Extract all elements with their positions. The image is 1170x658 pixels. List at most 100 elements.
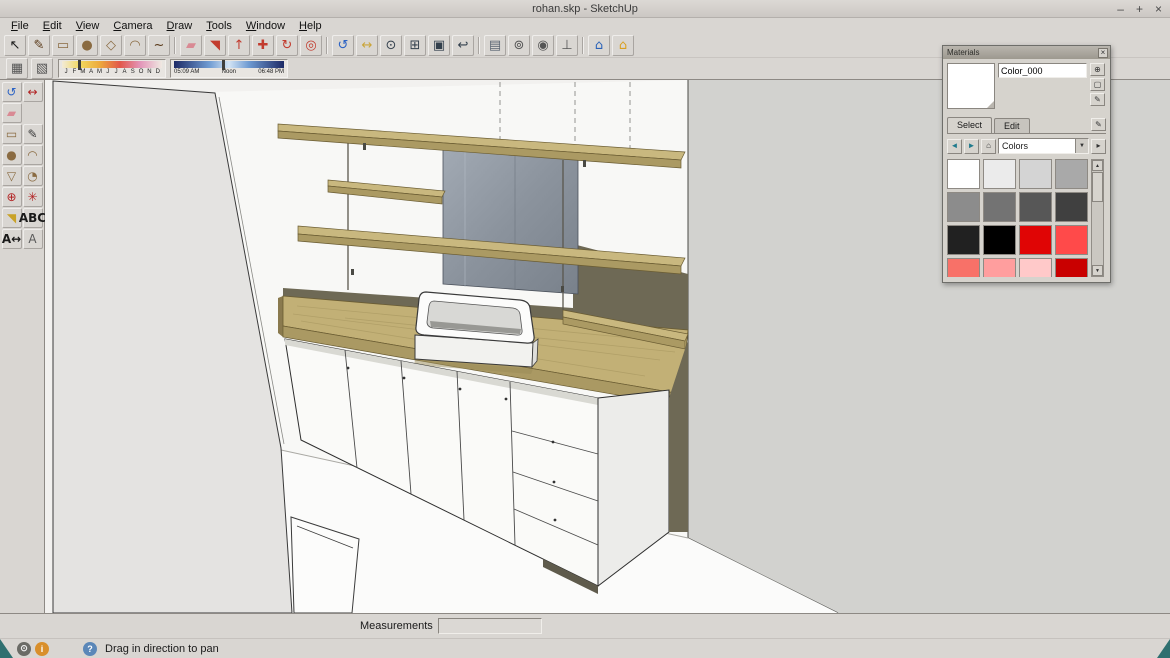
color-swatch-0[interactable] [947,159,980,189]
look-around-tool[interactable]: ◉ [532,35,554,56]
pushpull-tool[interactable]: ↑ [228,35,250,56]
polygon-tool[interactable]: ◇ [100,35,122,56]
month-slider-thumb[interactable] [78,60,81,70]
section-plane-tool[interactable]: ▤ [484,35,506,56]
collection-dropdown[interactable]: Colors ▼ [998,138,1089,154]
pan-tool[interactable]: ↔ [356,35,378,56]
zoom-tool[interactable]: ⊙ [380,35,402,56]
pan-tool[interactable]: ↔ [23,82,43,102]
titlebar[interactable]: rohan.skp - SketchUp –+× [0,0,1170,18]
axes-tool[interactable]: ✳ [23,187,43,207]
credits-icon[interactable]: i [35,642,49,656]
close-button[interactable]: × [1155,3,1162,15]
color-swatch-10[interactable] [1019,225,1052,255]
eraser-tool[interactable]: ▰ [180,35,202,56]
resize-grip-left[interactable] [0,639,13,658]
color-swatch-3[interactable] [1055,159,1088,189]
rotate-tool[interactable]: ↻ [276,35,298,56]
time-slider-track[interactable] [174,61,284,68]
menu-help[interactable]: Help [292,20,329,32]
color-swatch-6[interactable] [1019,192,1052,222]
details-button[interactable]: ▸ [1091,139,1106,154]
color-swatch-14[interactable] [1019,258,1052,277]
share-model-button[interactable]: ⌂ [612,35,634,56]
orbit-tool[interactable]: ↺ [2,82,22,102]
help-icon[interactable]: ? [83,642,97,656]
line-tool[interactable]: ✎ [23,124,43,144]
scroll-thumb[interactable] [1092,172,1103,202]
menu-view[interactable]: View [69,20,107,32]
walk-tool[interactable]: ⊥ [556,35,578,56]
home-button[interactable]: ⌂ [981,139,996,154]
shadow-toggle-button[interactable]: ▧ [31,58,53,79]
zoom-window-tool[interactable]: ⊞ [404,35,426,56]
tab-select[interactable]: Select [947,117,992,133]
color-swatch-9[interactable] [983,225,1016,255]
menu-draw[interactable]: Draw [160,20,200,32]
circle-tool[interactable]: ● [76,35,98,56]
minimize-button[interactable]: – [1117,3,1124,15]
protractor-tool[interactable]: ◔ [23,166,43,186]
color-swatch-1[interactable] [983,159,1016,189]
forward-button[interactable]: ► [964,139,979,154]
color-swatch-4[interactable] [947,192,980,222]
tab-edit[interactable]: Edit [994,118,1030,133]
materials-panel[interactable]: Materials × ⊕ ▢ ✎ SelectEdit ✎ ◄ [942,45,1111,283]
circle-tool[interactable]: ● [2,145,22,165]
resize-grip-right[interactable] [1157,639,1170,658]
color-swatch-13[interactable] [983,258,1016,277]
3d-text-tool[interactable]: A [23,229,43,249]
back-button[interactable]: ◄ [947,139,962,154]
arc-tool[interactable]: ◠ [124,35,146,56]
polygon-tool[interactable]: ▽ [2,166,22,186]
time-slider-thumb[interactable] [222,60,225,70]
menu-edit[interactable]: Edit [36,20,69,32]
material-name-input[interactable] [998,63,1087,78]
sample-paint-button[interactable]: ✎ [1090,93,1105,106]
menu-tools[interactable]: Tools [199,20,239,32]
orbit-tool[interactable]: ↺ [332,35,354,56]
month-slider-track[interactable] [62,61,162,68]
shadow-settings-button[interactable]: ▦ [6,58,28,79]
offset-tool[interactable]: ◎ [300,35,322,56]
maximize-button[interactable]: + [1136,3,1143,15]
line-tool[interactable]: ✎ [28,35,50,56]
select-tool[interactable]: ↖ [4,35,26,56]
tape-measure-tool[interactable]: ⊕ [2,187,22,207]
rectangle-tool[interactable]: ▭ [52,35,74,56]
materials-panel-close-button[interactable]: × [1098,48,1108,58]
arc-tool[interactable]: ◠ [23,145,43,165]
default-material-button[interactable]: ▢ [1090,78,1105,91]
geolocation-icon[interactable]: ⊙ [17,642,31,656]
paintbucket-tool[interactable]: ◥ [204,35,226,56]
zoom-extents-tool[interactable]: ▣ [428,35,450,56]
materials-panel-titlebar[interactable]: Materials × [943,46,1110,59]
eraser-tool[interactable]: ▰ [2,103,22,123]
menu-window[interactable]: Window [239,20,292,32]
dimension-tool[interactable]: A↔ [2,229,22,249]
previous-view-tool[interactable]: ↩ [452,35,474,56]
move-tool[interactable]: ✚ [252,35,274,56]
color-swatch-7[interactable] [1055,192,1088,222]
rectangle-tool[interactable]: ▭ [2,124,22,144]
get-models-button[interactable]: ⌂ [588,35,610,56]
shadow-time-slider[interactable]: 05:09 AM Noon 06:48 PM [170,59,288,78]
color-swatch-12[interactable] [947,258,980,277]
scroll-down-button[interactable]: ▼ [1092,265,1103,276]
color-swatch-11[interactable] [1055,225,1088,255]
swatch-scrollbar[interactable]: ▲ ▼ [1091,159,1104,277]
create-material-button[interactable]: ⊕ [1090,63,1105,76]
scroll-up-button[interactable]: ▲ [1092,160,1103,171]
menu-camera[interactable]: Camera [106,20,159,32]
shadow-month-slider[interactable]: JFMAMJJASOND [58,59,166,78]
eyedropper-button[interactable]: ✎ [1091,118,1106,131]
color-swatch-8[interactable] [947,225,980,255]
freehand-tool[interactable]: ~ [148,35,170,56]
measurements-input[interactable] [438,618,542,634]
color-swatch-5[interactable] [983,192,1016,222]
color-swatch-15[interactable] [1055,258,1088,277]
menu-file[interactable]: File [4,20,36,32]
text-tool[interactable]: ABC [23,208,43,228]
position-camera-tool[interactable]: ⊚ [508,35,530,56]
color-swatch-2[interactable] [1019,159,1052,189]
